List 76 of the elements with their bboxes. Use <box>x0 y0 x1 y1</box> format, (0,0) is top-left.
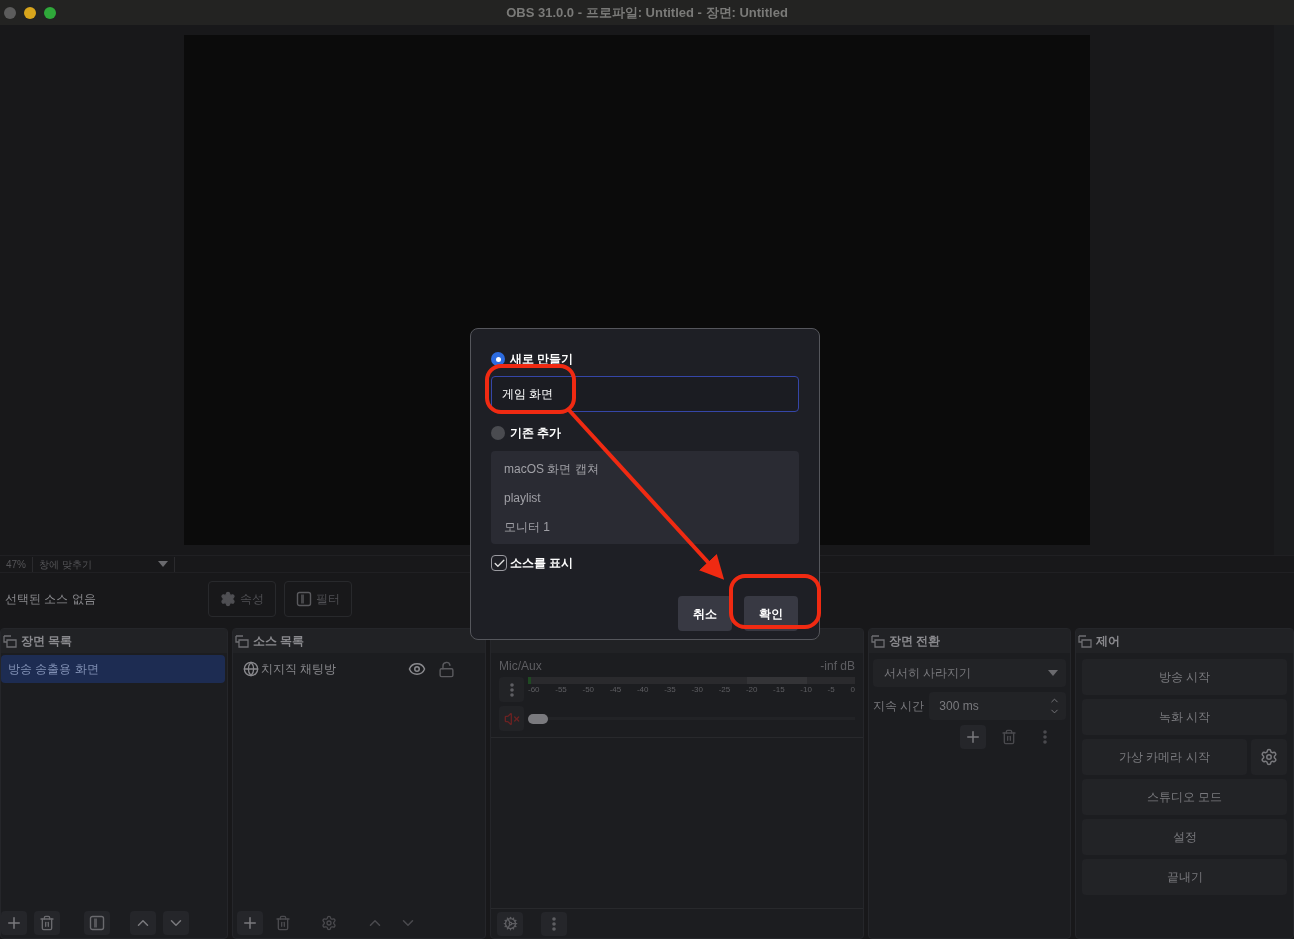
add-icon <box>5 914 23 932</box>
caret-icon <box>158 561 168 567</box>
move-up-button[interactable] <box>130 911 156 935</box>
channel-name: Mic/Aux <box>499 658 542 675</box>
lock-toggle[interactable] <box>438 660 455 678</box>
meter-tick-label: -20 <box>745 686 758 694</box>
meter-tick-label: -40 <box>636 686 649 694</box>
dock-icon <box>3 634 17 648</box>
filter-button[interactable] <box>84 911 110 935</box>
settings-icon <box>321 915 337 931</box>
radio-button[interactable] <box>491 426 505 440</box>
add-transition-button[interactable] <box>960 725 986 749</box>
trash-icon <box>275 915 291 931</box>
control-button[interactable]: 가상 카메라 시작 <box>1082 739 1247 775</box>
filters-button[interactable]: 필터 <box>284 581 352 617</box>
dock-title: 소스 목록 <box>253 633 305 650</box>
control-button[interactable]: 녹화 시작 <box>1082 699 1287 735</box>
minimize-window-button[interactable] <box>24 6 36 19</box>
mixer-settings-button[interactable] <box>497 911 523 936</box>
visibility-toggle[interactable] <box>408 660 426 678</box>
add-button[interactable] <box>237 911 263 935</box>
dock-icon <box>235 634 249 648</box>
volume-thumb[interactable] <box>528 713 548 724</box>
globe-icon <box>243 661 259 677</box>
more-icon <box>1043 730 1047 744</box>
more-icon <box>552 916 556 931</box>
more-icon <box>509 682 514 697</box>
caret-icon <box>1048 670 1058 676</box>
source-name: 치지직 채팅방 <box>261 661 338 678</box>
dock-icon <box>871 634 885 648</box>
control-button[interactable]: 설정 <box>1082 819 1287 855</box>
name-input[interactable]: 게임 화면 <box>491 376 799 412</box>
volume-slider[interactable] <box>528 713 855 724</box>
virtual-camera-settings-button[interactable] <box>1251 739 1287 775</box>
dock-title: 장면 전환 <box>889 633 941 650</box>
zoom-window-button[interactable] <box>44 6 56 19</box>
filter-icon <box>89 915 105 931</box>
radio-button[interactable] <box>491 352 505 366</box>
checkbox-label: 소스를 표시 <box>510 555 574 572</box>
transition-dropdown[interactable]: 서서히 사라지기 <box>873 659 1066 687</box>
cancel-button[interactable]: 취소 <box>678 596 732 631</box>
control-button[interactable]: 끝내기 <box>1082 859 1287 895</box>
duration-field[interactable]: 300 ms <box>929 692 1066 720</box>
selected-source-label: 선택된 소스 없음 <box>5 591 97 608</box>
settings-icon <box>220 591 236 607</box>
existing-source-item[interactable]: macOS 화면 캡쳐 <box>504 454 799 483</box>
zoom-level: 47% <box>0 556 33 572</box>
add-icon <box>964 728 982 746</box>
dock-title: 제어 <box>1096 633 1120 650</box>
trash-icon <box>1001 729 1017 745</box>
trash-icon <box>39 915 55 931</box>
scene-item[interactable]: 방송 송출용 화면 <box>1 655 225 683</box>
channel-reading: -inf dB <box>820 658 855 675</box>
existing-source-item[interactable]: 모니터 1 <box>504 512 799 541</box>
mixer-menu-button[interactable] <box>541 911 567 936</box>
filter-icon <box>296 591 312 607</box>
settings-icon <box>1260 748 1278 766</box>
gears-icon <box>502 916 518 931</box>
dock-title: 장면 목록 <box>21 633 73 650</box>
duration-label: 지속 시간 <box>873 698 925 715</box>
delete-button[interactable] <box>34 911 60 935</box>
close-window-button[interactable] <box>4 6 16 19</box>
muted-speaker-icon <box>503 710 520 727</box>
window-title: OBS 31.0.0 - 프로파일: Untitled - 장면: Untitled <box>506 3 788 22</box>
add-button[interactable] <box>1 911 27 935</box>
add-icon <box>241 914 259 932</box>
source-item[interactable]: 치지직 채팅방 <box>233 655 485 683</box>
channel-menu-button[interactable] <box>499 677 524 702</box>
meter-tick-label: -10 <box>800 686 812 694</box>
move-down-button[interactable] <box>163 911 189 935</box>
radio-label: 기존 추가 <box>510 425 562 442</box>
control-button[interactable]: 스튜디오 모드 <box>1082 779 1287 815</box>
control-button[interactable]: 방송 시작 <box>1082 659 1287 695</box>
existing-source-item[interactable]: playlist <box>504 483 799 512</box>
checkbox[interactable] <box>491 555 507 571</box>
dock-icon <box>1078 634 1092 648</box>
